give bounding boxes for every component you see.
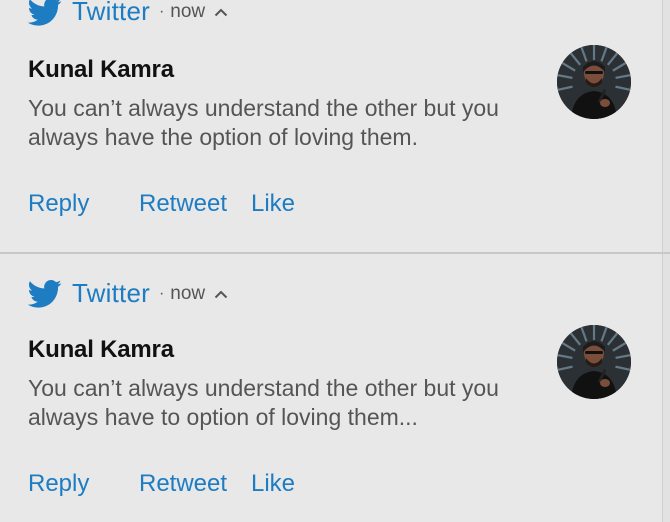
notification-time: now xyxy=(170,282,206,304)
user-avatar xyxy=(557,45,631,119)
notification-header[interactable]: Twitter · now xyxy=(28,0,228,27)
like-button[interactable]: Like xyxy=(251,470,295,498)
notification-actions: Reply Retweet Like xyxy=(28,470,295,498)
notification-body: You can’t always understand the other bu… xyxy=(28,375,499,430)
header-separator: · xyxy=(158,284,165,302)
like-button[interactable]: Like xyxy=(251,190,295,218)
reply-button[interactable]: Reply xyxy=(28,190,139,218)
reply-button[interactable]: Reply xyxy=(28,470,139,498)
notification-title: Kunal Kamra xyxy=(28,56,174,83)
notification-card[interactable]: Twitter · now Kunal Kamra You can’t alwa… xyxy=(0,254,663,522)
notification-body: You can’t always understand the other bu… xyxy=(28,95,499,150)
twitter-bird-icon xyxy=(28,279,62,309)
retweet-button[interactable]: Retweet xyxy=(139,190,251,218)
retweet-button[interactable]: Retweet xyxy=(139,470,251,498)
notification-actions: Reply Retweet Like xyxy=(28,190,295,218)
notification-card[interactable]: Twitter · now Kunal Kamra You can’t alwa… xyxy=(0,0,663,252)
chevron-up-icon[interactable] xyxy=(214,289,228,299)
notification-header[interactable]: Twitter · now xyxy=(28,278,228,309)
notification-title: Kunal Kamra xyxy=(28,336,174,363)
user-avatar xyxy=(557,325,631,399)
twitter-bird-icon xyxy=(28,0,62,27)
app-name: Twitter xyxy=(72,278,150,308)
chevron-up-icon[interactable] xyxy=(214,7,228,17)
screen-edge xyxy=(662,0,670,522)
notification-time: now xyxy=(170,0,206,22)
app-name: Twitter xyxy=(72,0,150,26)
header-separator: · xyxy=(158,2,165,20)
